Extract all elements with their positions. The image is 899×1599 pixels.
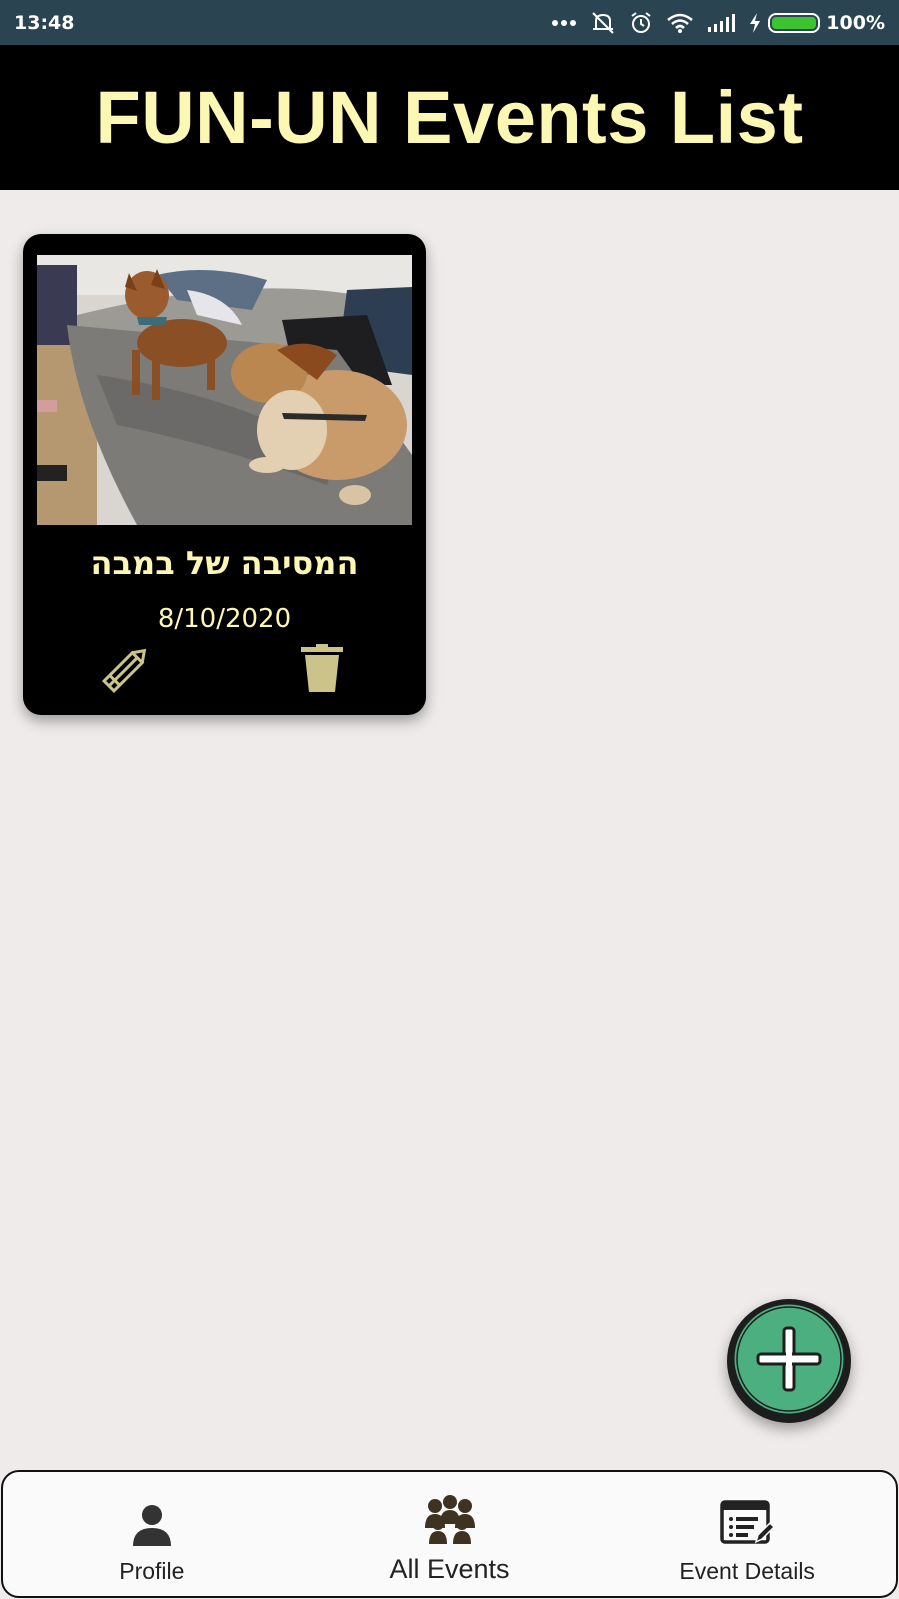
battery-icon [768, 12, 821, 33]
nav-label-all-events: All Events [389, 1554, 510, 1584]
pencil-icon [98, 641, 154, 702]
event-card[interactable]: המסיבה של במבה 8/10/2020 [23, 234, 426, 715]
battery-percent: 100% [826, 11, 885, 34]
bottom-navigation: Profile All Events Event Details [1, 1470, 898, 1598]
nav-label-profile: Profile [119, 1558, 185, 1584]
add-event-button[interactable] [727, 1299, 851, 1423]
page-title: FUN-UN Events List [95, 76, 804, 159]
wifi-icon [666, 12, 694, 34]
person-icon [132, 1496, 172, 1546]
charging-icon [748, 12, 762, 34]
plus-icon [730, 1300, 848, 1423]
dogs-on-couch-photo [37, 255, 412, 525]
alarm-icon [629, 11, 653, 35]
nav-item-event-details[interactable]: Event Details [598, 1472, 896, 1596]
battery-fill [772, 16, 817, 29]
edit-event-button[interactable] [97, 642, 155, 700]
status-bar: 13:48 100% [0, 0, 899, 45]
event-photo [37, 255, 412, 525]
signal-icon [707, 13, 736, 33]
people-group-icon [423, 1495, 477, 1546]
nav-item-profile[interactable]: Profile [3, 1472, 301, 1596]
nav-item-all-events[interactable]: All Events [301, 1472, 599, 1596]
trash-icon [300, 643, 344, 699]
vibrate-off-icon [590, 11, 616, 35]
status-icons: 100% [551, 11, 885, 35]
status-time: 13:48 [14, 11, 75, 34]
more-dots-icon [551, 19, 577, 27]
event-date: 8/10/2020 [157, 604, 292, 634]
list-edit-icon [720, 1496, 775, 1546]
delete-event-button[interactable] [293, 642, 351, 700]
battery-group: 100% [748, 12, 885, 34]
event-name: המסיבה של במבה [90, 544, 359, 582]
app-header: FUN-UN Events List [0, 45, 899, 190]
nav-label-event-details: Event Details [679, 1558, 815, 1584]
